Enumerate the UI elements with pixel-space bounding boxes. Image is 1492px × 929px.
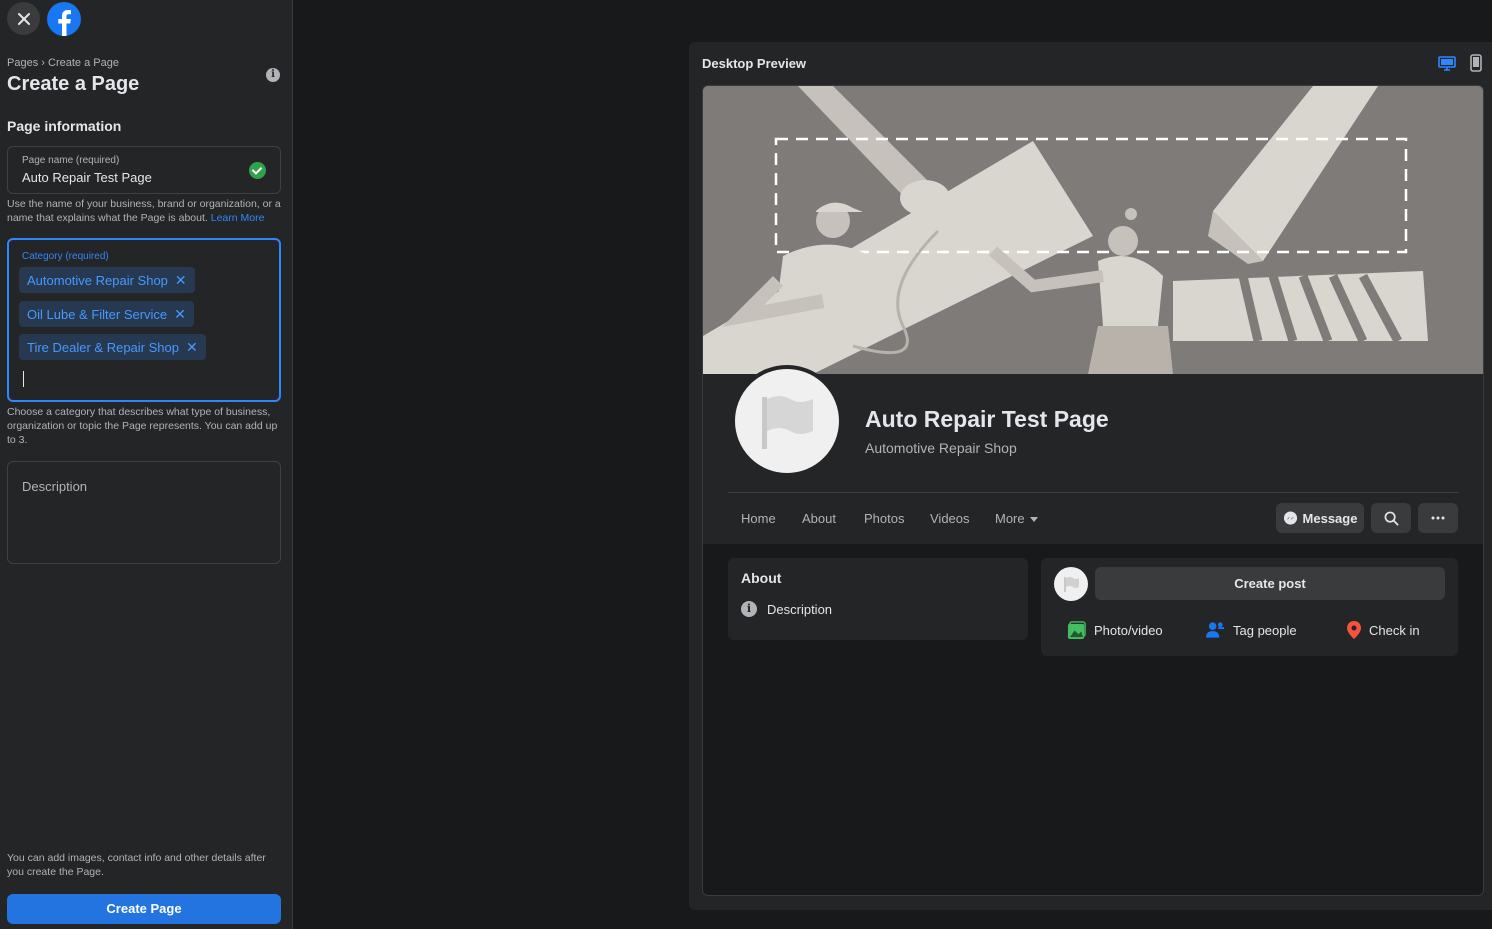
page-name-label: Page name (required) bbox=[22, 155, 120, 166]
category-chip[interactable]: Automotive Repair Shop ✕ bbox=[19, 267, 195, 293]
description-field[interactable]: Description bbox=[7, 461, 281, 564]
mobile-icon[interactable] bbox=[1470, 54, 1482, 72]
page-title: Create a Page bbox=[7, 73, 140, 95]
breadcrumb-pages[interactable]: Pages bbox=[7, 57, 38, 69]
breadcrumb-create-page: Create a Page bbox=[48, 57, 119, 69]
info-icon: i bbox=[741, 601, 757, 617]
create-page-button[interactable]: Create Page bbox=[7, 894, 281, 924]
divider bbox=[728, 492, 1459, 493]
tag-people-button[interactable]: Tag people bbox=[1206, 621, 1297, 639]
footer-note: You can add images, contact info and oth… bbox=[7, 852, 266, 878]
message-button[interactable]: Message bbox=[1276, 503, 1364, 533]
tag-people-label: Tag people bbox=[1233, 622, 1297, 638]
tab-about[interactable]: About bbox=[802, 511, 836, 526]
remove-icon[interactable]: ✕ bbox=[186, 339, 198, 356]
cover-photo bbox=[703, 86, 1483, 374]
category-chip[interactable]: Tire Dealer & Repair Shop ✕ bbox=[19, 334, 206, 360]
tab-home[interactable]: Home bbox=[741, 511, 776, 526]
desktop-preview-panel: Desktop Preview Auto Repair Test Page Au… bbox=[689, 42, 1492, 910]
messenger-icon bbox=[1283, 510, 1297, 525]
info-icon[interactable]: i bbox=[266, 68, 280, 82]
description-placeholder: Description bbox=[22, 479, 88, 494]
check-in-button[interactable]: Check in bbox=[1347, 621, 1420, 639]
category-chip[interactable]: Oil Lube & Filter Service ✕ bbox=[19, 301, 194, 327]
tab-more-label: More bbox=[995, 511, 1025, 526]
about-title: About bbox=[741, 570, 782, 586]
page-name-input[interactable]: Auto Repair Test Page bbox=[22, 170, 152, 185]
create-page-sidebar: Pages › Create a Page Create a Page i Pa… bbox=[0, 0, 293, 929]
breadcrumb: Pages › Create a Page bbox=[7, 57, 119, 69]
category-help: Choose a category that describes what ty… bbox=[7, 406, 278, 446]
preview-page-name: Auto Repair Test Page bbox=[865, 406, 1109, 432]
ellipsis-icon bbox=[1431, 516, 1445, 520]
about-card: About i Description bbox=[728, 558, 1028, 640]
search-icon bbox=[1384, 511, 1398, 525]
about-description-row: i Description bbox=[741, 601, 832, 617]
search-button[interactable] bbox=[1371, 503, 1411, 533]
flag-icon bbox=[762, 396, 813, 449]
text-cursor bbox=[23, 371, 24, 387]
profile-avatar bbox=[731, 365, 843, 477]
create-post-button[interactable]: Create post bbox=[1095, 567, 1445, 600]
tab-more[interactable]: More bbox=[995, 511, 1038, 526]
profile-header: Auto Repair Test Page Automotive Repair … bbox=[703, 365, 1483, 544]
category-chip-label: Oil Lube & Filter Service bbox=[27, 306, 168, 322]
photo-video-button[interactable]: Photo/video bbox=[1067, 621, 1163, 640]
photo-icon bbox=[1067, 621, 1086, 640]
close-icon bbox=[17, 12, 30, 25]
post-avatar bbox=[1054, 567, 1088, 601]
remove-icon[interactable]: ✕ bbox=[175, 272, 187, 289]
caret-down-icon bbox=[1029, 517, 1038, 523]
desktop-icon[interactable] bbox=[1438, 56, 1456, 72]
remove-icon[interactable]: ✕ bbox=[174, 306, 186, 323]
learn-more-link[interactable]: Learn More bbox=[211, 212, 265, 224]
close-button[interactable] bbox=[7, 2, 40, 35]
flag-icon bbox=[1064, 577, 1079, 592]
facebook-logo-icon[interactable] bbox=[47, 2, 81, 36]
page-name-help: Use the name of your business, brand or … bbox=[7, 197, 283, 225]
preview-page-category: Automotive Repair Shop bbox=[865, 440, 1017, 456]
category-field[interactable]: Category (required) Automotive Repair Sh… bbox=[7, 238, 281, 402]
tag-people-icon bbox=[1206, 622, 1225, 638]
section-title-page-information: Page information bbox=[7, 118, 122, 134]
about-description: Description bbox=[767, 601, 833, 617]
breadcrumb-separator: › bbox=[41, 57, 45, 69]
tab-videos[interactable]: Videos bbox=[930, 511, 970, 526]
location-pin-icon bbox=[1347, 621, 1361, 639]
tab-photos[interactable]: Photos bbox=[864, 511, 904, 526]
message-button-label: Message bbox=[1302, 510, 1358, 526]
more-options-button[interactable] bbox=[1418, 503, 1458, 533]
category-label: Category (required) bbox=[22, 251, 109, 262]
page-name-field[interactable]: Page name (required) Auto Repair Test Pa… bbox=[7, 146, 281, 194]
photo-video-label: Photo/video bbox=[1094, 623, 1163, 638]
create-post-card: Create post Photo/video Tag people Check… bbox=[1041, 558, 1458, 656]
category-chip-label: Tire Dealer & Repair Shop bbox=[27, 339, 179, 355]
preview-title: Desktop Preview bbox=[702, 56, 807, 71]
category-chip-label: Automotive Repair Shop bbox=[27, 272, 168, 288]
checkmark-icon bbox=[249, 162, 266, 179]
check-in-label: Check in bbox=[1369, 622, 1420, 638]
preview-frame: Auto Repair Test Page Automotive Repair … bbox=[702, 85, 1484, 896]
